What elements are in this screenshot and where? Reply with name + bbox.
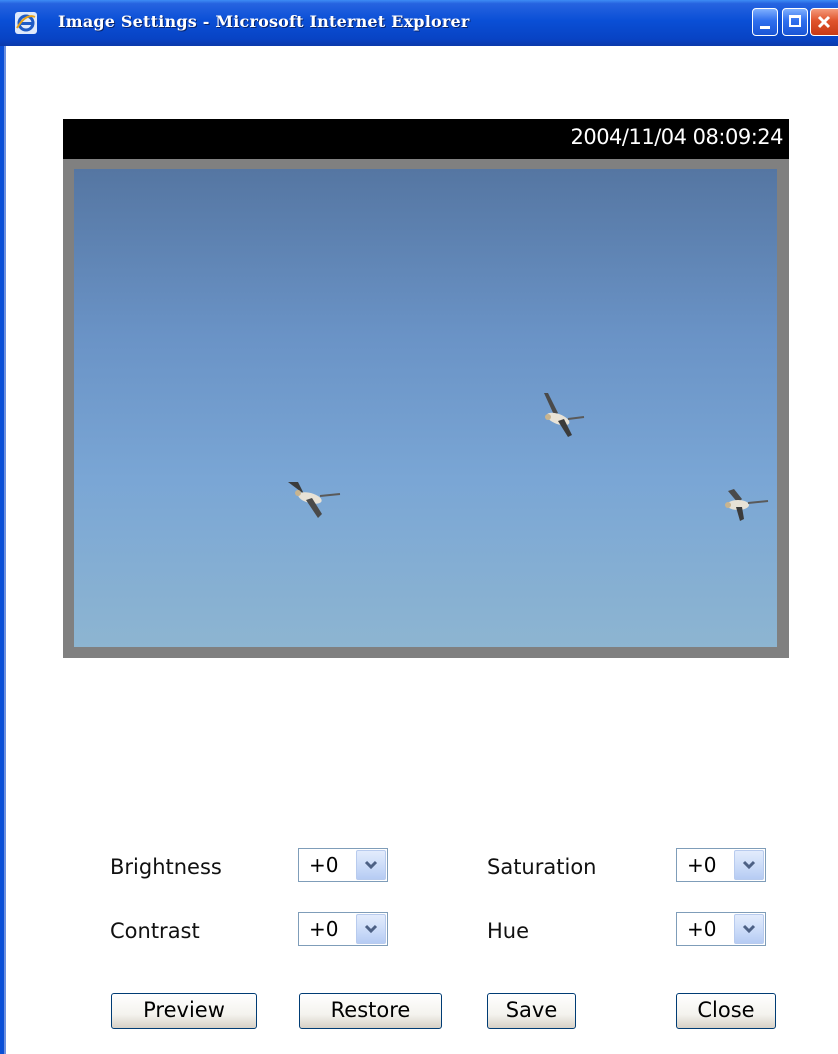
preview-button[interactable]: Preview <box>111 993 257 1029</box>
minimize-icon[interactable] <box>752 8 778 36</box>
hue-value: +0 <box>687 917 717 941</box>
chevron-down-icon[interactable] <box>734 850 764 880</box>
bird-image <box>544 393 585 437</box>
saturation-select[interactable]: +0 <box>676 848 766 882</box>
hue-select[interactable]: +0 <box>676 912 766 946</box>
hue-label: Hue <box>487 919 530 943</box>
bird-image <box>725 489 769 521</box>
close-icon[interactable] <box>810 8 838 36</box>
chevron-down-icon[interactable] <box>356 914 386 944</box>
window-frame-left-inner <box>4 46 6 1054</box>
ie-icon <box>15 12 37 34</box>
video-frame <box>63 159 789 658</box>
timestamp: 2004/11/04 08:09:24 <box>570 125 783 149</box>
chevron-down-icon[interactable] <box>356 850 386 880</box>
title-bar[interactable]: Image Settings - Microsoft Internet Expl… <box>0 0 838 46</box>
video-image <box>74 169 777 647</box>
saturation-value: +0 <box>687 853 717 877</box>
timestamp-bar: 2004/11/04 08:09:24 <box>63 119 789 159</box>
contrast-value: +0 <box>309 917 339 941</box>
brightness-label: Brightness <box>110 855 222 879</box>
bird-image <box>288 482 341 518</box>
brightness-value: +0 <box>309 853 339 877</box>
saturation-label: Saturation <box>487 855 597 879</box>
contrast-label: Contrast <box>110 919 200 943</box>
maximize-icon[interactable] <box>782 8 808 36</box>
close-button[interactable]: Close <box>676 993 776 1029</box>
window-title: Image Settings - Microsoft Internet Expl… <box>58 12 470 31</box>
restore-button[interactable]: Restore <box>299 993 442 1029</box>
contrast-select[interactable]: +0 <box>298 912 388 946</box>
brightness-select[interactable]: +0 <box>298 848 388 882</box>
chevron-down-icon[interactable] <box>734 914 764 944</box>
save-button[interactable]: Save <box>487 993 576 1029</box>
